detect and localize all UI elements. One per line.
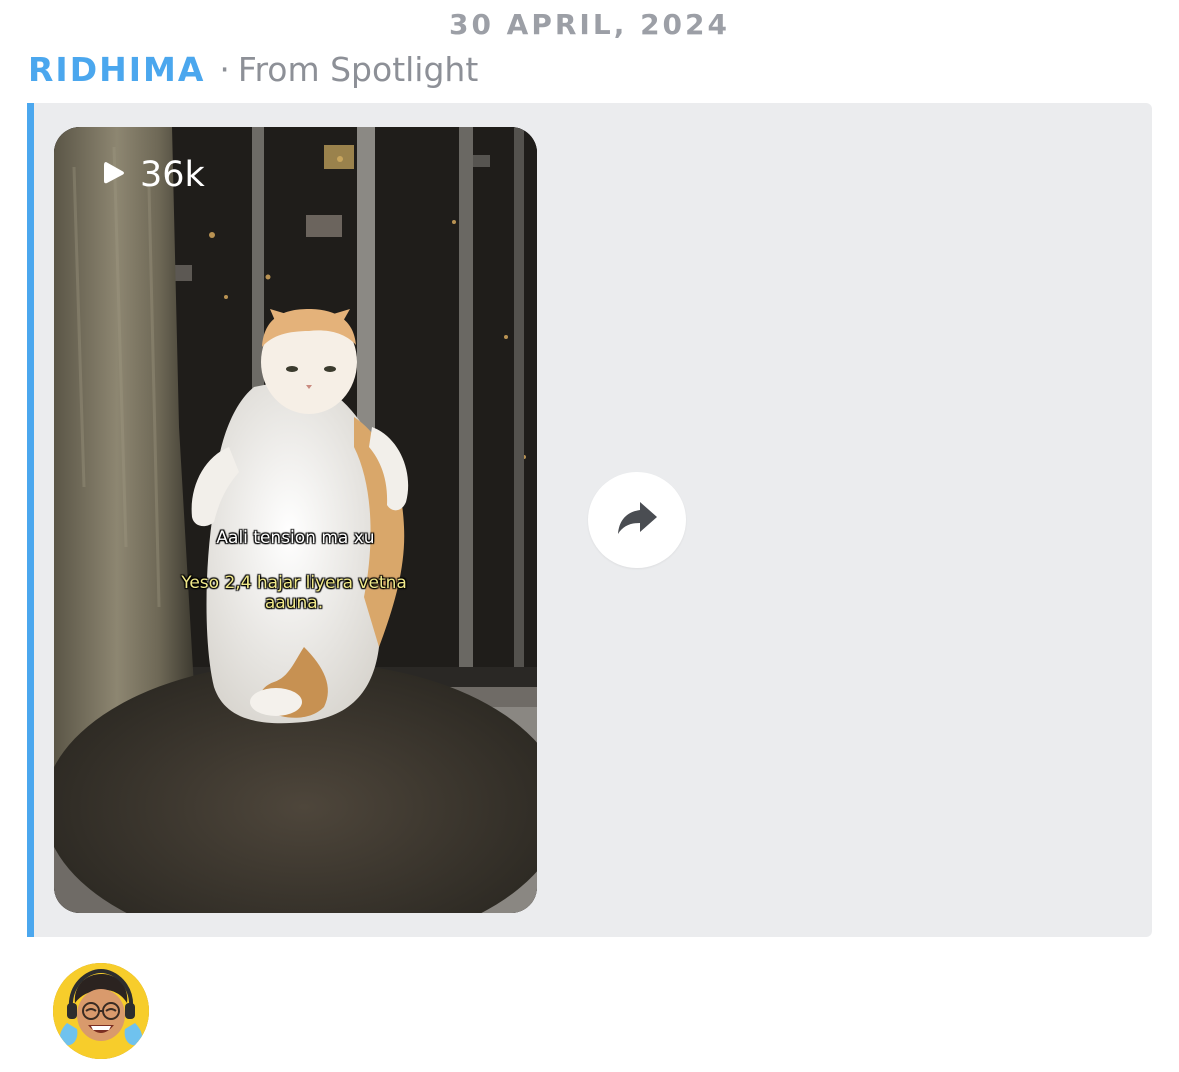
- play-icon: [102, 155, 126, 195]
- video-frame-image: [54, 127, 537, 913]
- video-caption-line-1: Aali tension ma xu: [216, 528, 375, 548]
- message-accent-bar: [27, 103, 34, 937]
- message-header: RIDHIMA · From Spotlight: [28, 50, 478, 89]
- video-caption-line-2: Yeso 2,4 hajar liyera vetna aauna.: [181, 573, 407, 613]
- view-count-text: 36k: [140, 155, 205, 195]
- laughing-tears-icon: [53, 963, 149, 1059]
- bitmoji-reaction-avatar[interactable]: [53, 963, 149, 1059]
- spotlight-video-thumbnail[interactable]: 36k Aali tension ma xu Yeso 2,4 hajar li…: [54, 127, 537, 913]
- share-arrow-icon: [613, 498, 661, 543]
- header-separator: ·: [219, 50, 230, 89]
- view-count-badge: 36k: [102, 155, 205, 195]
- share-button[interactable]: [588, 472, 686, 568]
- chat-date-header: 30 APRIL, 2024: [448, 8, 731, 41]
- message-origin-label: From Spotlight: [237, 50, 479, 89]
- sender-name[interactable]: RIDHIMA: [28, 50, 205, 89]
